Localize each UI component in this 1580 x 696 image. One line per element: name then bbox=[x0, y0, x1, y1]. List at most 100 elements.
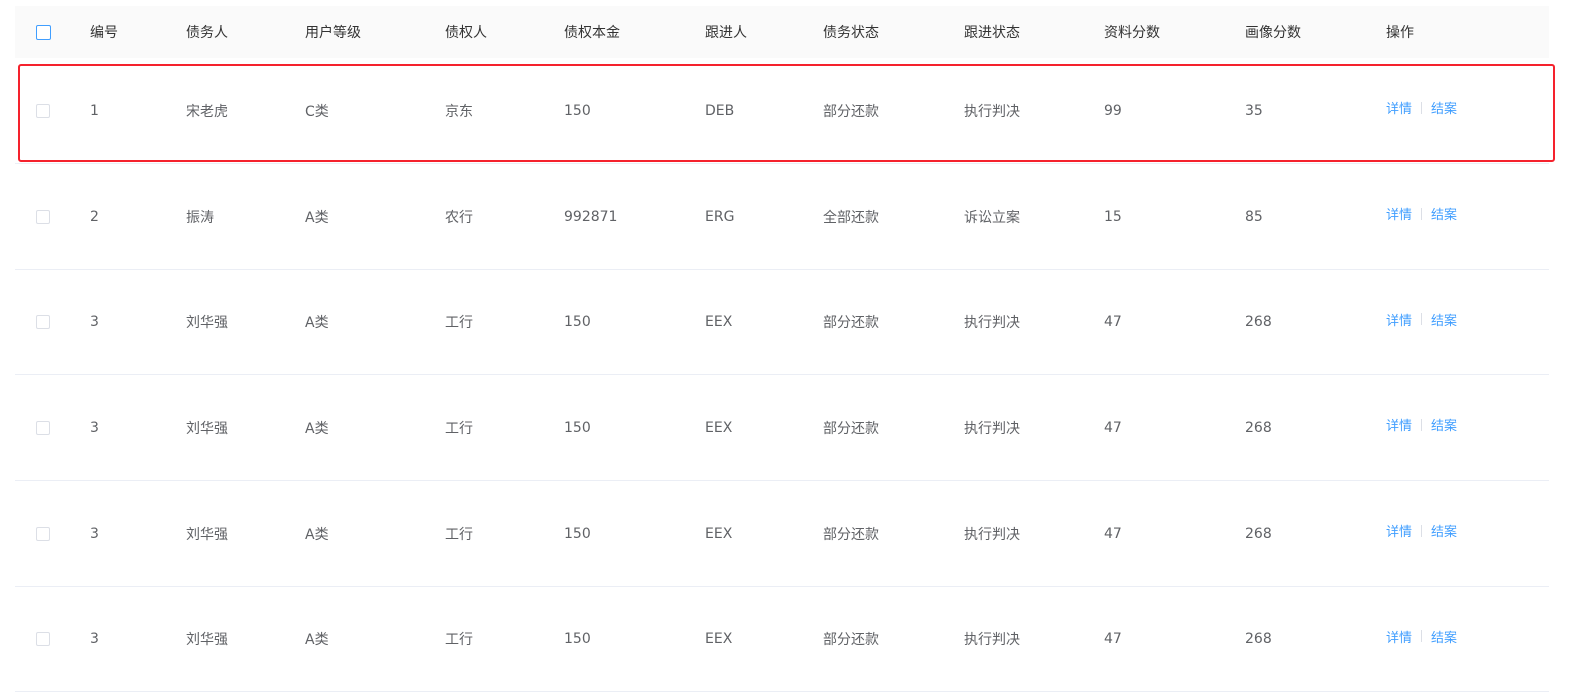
row-select-cell bbox=[36, 58, 50, 163]
cell-follower: EEX bbox=[705, 631, 733, 647]
header-debt-status: 债务状态 bbox=[823, 25, 879, 41]
cell-user-level: A类 bbox=[305, 632, 329, 648]
cell-profile-score: 85 bbox=[1245, 208, 1263, 225]
row-checkbox[interactable] bbox=[36, 209, 50, 224]
close-case-link[interactable]: 结案 bbox=[1431, 98, 1457, 117]
cell-debtor: 刘华强 bbox=[186, 315, 228, 331]
cell-principal: 150 bbox=[564, 102, 591, 119]
header-user-level: 用户等级 bbox=[305, 25, 361, 41]
close-case-link[interactable]: 结案 bbox=[1431, 310, 1457, 329]
cell-debt-status: 部分还款 bbox=[823, 103, 879, 120]
cell-id: 3 bbox=[90, 419, 99, 436]
cell-debt-status: 部分还款 bbox=[823, 315, 879, 331]
cell-creditor: 农行 bbox=[445, 209, 473, 226]
cell-user-level: A类 bbox=[305, 209, 329, 226]
header-id: 编号 bbox=[90, 25, 118, 41]
cell-principal: 150 bbox=[564, 419, 591, 436]
cell-id: 3 bbox=[90, 314, 99, 330]
cell-debt-status: 部分还款 bbox=[823, 420, 879, 437]
cell-debtor: 刘华强 bbox=[186, 420, 228, 437]
cell-follower: EEX bbox=[705, 314, 733, 330]
action-divider bbox=[1421, 313, 1423, 325]
cell-user-level: A类 bbox=[305, 315, 329, 331]
cell-follow-status: 执行判决 bbox=[964, 526, 1020, 543]
action-divider bbox=[1421, 207, 1423, 220]
table-row: 3 刘华强 A类 工行 150 EEX 部分还款 执行判决 47 268 详情 结案 bbox=[15, 587, 1549, 692]
cell-profile-score: 35 bbox=[1245, 102, 1263, 119]
cell-debtor: 宋老虎 bbox=[186, 103, 228, 120]
cell-profile-score: 268 bbox=[1245, 419, 1272, 436]
header-profile-score: 画像分数 bbox=[1245, 25, 1301, 41]
row-checkbox[interactable] bbox=[36, 103, 50, 118]
row-actions: 详情 结案 bbox=[1386, 478, 1457, 583]
header-follower: 跟进人 bbox=[705, 25, 747, 41]
row-actions: 详情 结案 bbox=[1386, 372, 1457, 477]
table-row: 1 宋老虎 C类 京东 150 DEB 部分还款 执行判决 99 35 详情 结案 bbox=[15, 58, 1549, 164]
header-actions: 操作 bbox=[1386, 25, 1414, 41]
cell-follower: EEX bbox=[705, 419, 733, 436]
detail-link[interactable]: 详情 bbox=[1386, 627, 1412, 646]
cell-material-score: 47 bbox=[1104, 631, 1122, 647]
header-creditor: 债权人 bbox=[445, 25, 487, 41]
cell-debtor: 刘华强 bbox=[186, 526, 228, 543]
row-checkbox[interactable] bbox=[36, 315, 50, 329]
cell-principal: 150 bbox=[564, 525, 591, 542]
cell-follower: ERG bbox=[705, 208, 735, 225]
close-case-link[interactable]: 结案 bbox=[1431, 415, 1457, 434]
cell-profile-score: 268 bbox=[1245, 314, 1272, 330]
row-select-cell bbox=[36, 587, 50, 691]
table-header: 编号 债务人 用户等级 债权人 债权本金 跟进人 债务状态 跟进状态 资料分数 … bbox=[15, 6, 1549, 58]
row-select-cell bbox=[36, 270, 50, 374]
close-case-link[interactable]: 结案 bbox=[1431, 627, 1457, 646]
table-row: 2 振涛 A类 农行 992871 ERG 全部还款 诉讼立案 15 85 详情 结案 bbox=[15, 164, 1549, 270]
detail-link[interactable]: 详情 bbox=[1386, 310, 1412, 329]
close-case-link[interactable]: 结案 bbox=[1431, 521, 1457, 540]
select-all-cell bbox=[36, 6, 51, 58]
cell-id: 1 bbox=[90, 102, 99, 119]
row-select-cell bbox=[36, 375, 50, 480]
cell-principal: 992871 bbox=[564, 208, 618, 225]
cell-debt-status: 部分还款 bbox=[823, 526, 879, 543]
row-select-cell bbox=[36, 481, 50, 586]
header-principal: 债权本金 bbox=[564, 25, 620, 41]
detail-link[interactable]: 详情 bbox=[1386, 521, 1412, 540]
detail-link[interactable]: 详情 bbox=[1386, 98, 1412, 117]
cell-id: 3 bbox=[90, 631, 99, 647]
cell-profile-score: 268 bbox=[1245, 631, 1272, 647]
cell-creditor: 工行 bbox=[445, 526, 473, 543]
row-actions: 详情 结案 bbox=[1386, 267, 1457, 371]
close-case-link[interactable]: 结案 bbox=[1431, 204, 1457, 223]
header-follow-status: 跟进状态 bbox=[964, 25, 1020, 41]
action-divider bbox=[1421, 101, 1423, 114]
cell-user-level: A类 bbox=[305, 420, 329, 437]
cell-creditor: 京东 bbox=[445, 103, 473, 120]
cell-id: 2 bbox=[90, 208, 99, 225]
cell-follower: DEB bbox=[705, 102, 735, 119]
select-all-checkbox[interactable] bbox=[36, 24, 51, 40]
row-checkbox[interactable] bbox=[36, 526, 50, 541]
detail-link[interactable]: 详情 bbox=[1386, 204, 1412, 223]
table-row: 3 刘华强 A类 工行 150 EEX 部分还款 执行判决 47 268 详情 结案 bbox=[15, 375, 1549, 481]
row-actions: 详情 结案 bbox=[1386, 55, 1457, 160]
cell-follow-status: 执行判决 bbox=[964, 103, 1020, 120]
cell-material-score: 47 bbox=[1104, 419, 1122, 436]
cell-profile-score: 268 bbox=[1245, 525, 1272, 542]
cell-follow-status: 执行判决 bbox=[964, 632, 1020, 648]
table-row: 3 刘华强 A类 工行 150 EEX 部分还款 执行判决 47 268 详情 结案 bbox=[15, 270, 1549, 375]
row-actions: 详情 结案 bbox=[1386, 161, 1457, 266]
action-divider bbox=[1421, 418, 1423, 431]
debt-table: 编号 债务人 用户等级 债权人 债权本金 跟进人 债务状态 跟进状态 资料分数 … bbox=[15, 6, 1549, 692]
row-checkbox[interactable] bbox=[36, 632, 50, 646]
cell-material-score: 47 bbox=[1104, 314, 1122, 330]
cell-user-level: A类 bbox=[305, 526, 329, 543]
cell-follow-status: 执行判决 bbox=[964, 420, 1020, 437]
cell-follow-status: 执行判决 bbox=[964, 315, 1020, 331]
cell-material-score: 99 bbox=[1104, 102, 1122, 119]
cell-id: 3 bbox=[90, 525, 99, 542]
row-checkbox[interactable] bbox=[36, 420, 50, 435]
cell-principal: 150 bbox=[564, 631, 591, 647]
cell-debt-status: 部分还款 bbox=[823, 632, 879, 648]
cell-follow-status: 诉讼立案 bbox=[964, 209, 1020, 226]
detail-link[interactable]: 详情 bbox=[1386, 415, 1412, 434]
cell-user-level: C类 bbox=[305, 103, 329, 120]
